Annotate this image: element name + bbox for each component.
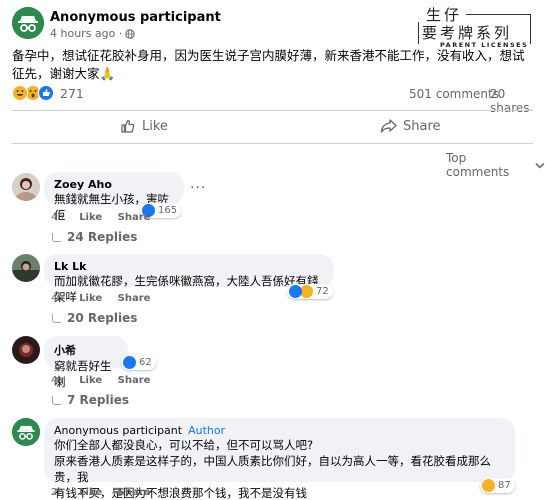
post-body-text: 备孕中，想试征花胶补身用，因为医生说子宫内膜好薄，新来香港不能工作，没有收入，想…	[12, 48, 525, 81]
divider-top	[12, 110, 533, 111]
comment-reactions[interactable]: 87	[480, 478, 515, 493]
post-reactions[interactable]: 271	[12, 85, 84, 101]
incognito-icon	[12, 418, 40, 446]
comment-author[interactable]: 小希	[54, 342, 118, 358]
comment-like-button[interactable]: Like	[79, 212, 102, 223]
comment-share-button[interactable]: Share	[118, 293, 151, 304]
incognito-icon	[12, 7, 44, 39]
like-reaction-icon	[38, 85, 54, 101]
comment-reactions[interactable]: 62	[121, 355, 156, 370]
comment-text-line: 原来香港人质素是这样子的，中国人质素比你们好，自以为高人一等，看花胶看成那么贵，…	[54, 454, 491, 484]
comment-author-line: Anonymous participant Author	[54, 424, 505, 437]
comment-count[interactable]: 501 comments	[409, 87, 499, 101]
post-author-name[interactable]: Anonymous participant	[50, 10, 221, 25]
reply-arrow-icon	[52, 313, 61, 323]
like-button-label: Like	[142, 118, 168, 134]
view-replies-button[interactable]: 24 Replies	[52, 230, 137, 244]
share-icon	[380, 119, 397, 133]
comment-reaction-count: 62	[139, 357, 152, 368]
comment-time[interactable]: 4h	[51, 293, 64, 304]
avatar[interactable]	[12, 418, 40, 446]
view-replies-button[interactable]: 7 Replies	[52, 393, 129, 407]
comment-like-button[interactable]: Like	[79, 487, 102, 498]
comment-meta: 4h Like Share	[51, 375, 162, 386]
thumbs-up-icon	[121, 119, 135, 133]
replies-label: 7 Replies	[67, 393, 130, 407]
logo-line-2: 要考牌系列	[422, 24, 513, 42]
more-options-icon[interactable]: ···	[190, 180, 206, 196]
haha-reaction-icon	[482, 479, 495, 492]
haha-reaction-icon	[12, 85, 28, 101]
like-reaction-icon	[123, 356, 136, 369]
comment-time[interactable]: 4h	[51, 212, 64, 223]
post-author-avatar[interactable]	[12, 7, 44, 39]
comment-reactions[interactable]: 72	[287, 284, 333, 299]
comment-author[interactable]: Zoey Aho	[54, 178, 174, 191]
logo-box-right	[530, 14, 531, 44]
like-reaction-icon	[289, 285, 302, 298]
comment-meta: 4h Like Share	[51, 212, 162, 223]
share-button[interactable]: Share	[380, 118, 441, 134]
comment-meta: 2h Like Share	[51, 487, 162, 498]
parent-licenses-logo: 生仔 要考牌系列 PARENT LICENSES	[418, 4, 538, 49]
avatar[interactable]	[12, 336, 40, 364]
comment-share-button[interactable]: Share	[118, 212, 151, 223]
reply-arrow-icon	[52, 395, 61, 405]
comment-sort-label: Top comments	[446, 151, 510, 179]
like-button[interactable]: Like	[120, 118, 168, 134]
divider-bottom	[12, 143, 533, 144]
replies-label: 24 Replies	[67, 230, 138, 244]
avatar[interactable]	[12, 173, 40, 201]
post-timestamp[interactable]: 4 hours ago ·	[50, 27, 136, 40]
comment-text-line: 你们全部人都没良心，可以不给，但不可以骂人吧?	[54, 438, 314, 452]
logo-box-left	[418, 22, 419, 44]
reply-arrow-icon	[52, 232, 61, 242]
comment-like-button[interactable]: Like	[79, 293, 102, 304]
comment-sort-dropdown[interactable]: Top comments	[446, 151, 545, 179]
comment-reaction-count: 87	[498, 480, 511, 491]
comment-share-button[interactable]: Share	[118, 375, 151, 386]
replies-label: 20 Replies	[67, 311, 138, 325]
comment-time[interactable]: 2h	[51, 487, 64, 498]
view-replies-button[interactable]: 20 Replies	[52, 311, 137, 325]
comment-reaction-count: 72	[316, 286, 329, 297]
comment-bubble: Lk Lk 而加就徽花膠，生完係咪徽燕窩，大陸人吾係好有錢架咩	[44, 254, 334, 304]
comment-author[interactable]: Lk Lk	[54, 260, 324, 273]
logo-box-line	[466, 14, 530, 15]
avatar[interactable]	[12, 254, 40, 282]
reaction-count: 271	[60, 85, 84, 101]
author-badge: Author	[188, 424, 226, 437]
comment-like-button[interactable]: Like	[79, 375, 102, 386]
comment-share-button[interactable]: Share	[118, 487, 151, 498]
comment-meta: 4h Like Share	[51, 293, 162, 304]
comment-bubble: Anonymous participant Author 你们全部人都没良心，可以…	[44, 418, 515, 500]
post-time-text: 4 hours ago ·	[50, 27, 123, 40]
share-button-label: Share	[403, 118, 441, 134]
comment-bubble: Zoey Aho 無錢就無生小孩，害咗佢	[44, 172, 184, 222]
comment-author[interactable]: Anonymous participant	[54, 424, 182, 437]
comment-bubble: 小希 窮就吾好生喇	[44, 336, 128, 389]
globe-icon	[125, 28, 136, 39]
chevron-down-icon	[535, 162, 545, 169]
comment-time[interactable]: 4h	[51, 375, 64, 386]
